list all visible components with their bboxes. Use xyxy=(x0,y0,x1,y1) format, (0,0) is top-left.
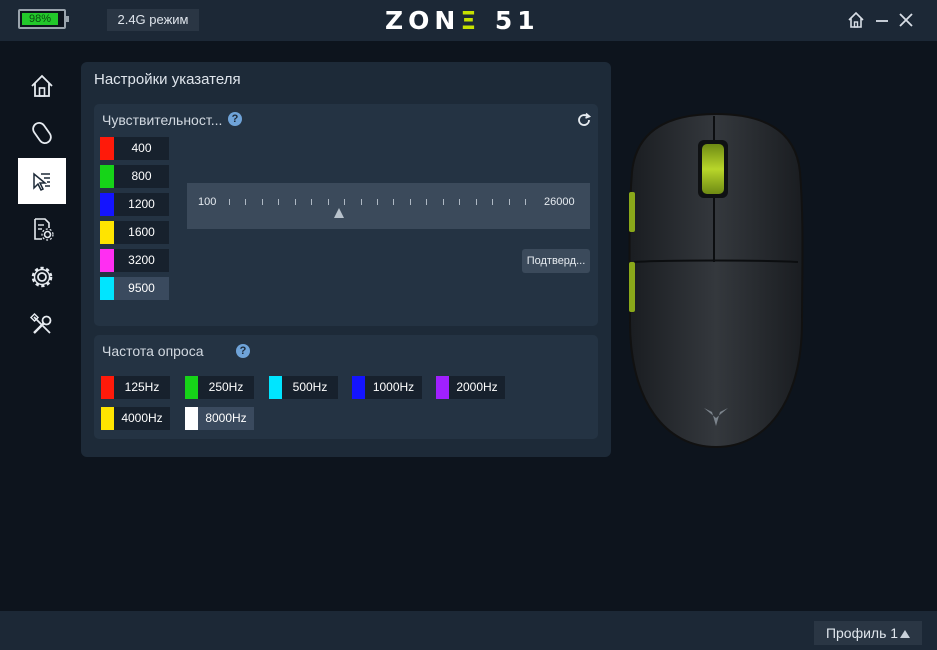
polling-rate-option[interactable]: 500Hz xyxy=(269,376,338,399)
rate-color-swatch xyxy=(436,376,449,399)
home-icon xyxy=(31,74,53,97)
rate-label: 500Hz xyxy=(292,380,328,394)
polling-rate-option[interactable]: 8000Hz xyxy=(185,407,254,430)
slider-tick xyxy=(409,199,411,205)
slider-tick xyxy=(508,199,510,205)
slider-tick xyxy=(229,199,230,205)
dpi-slider[interactable]: 100 26000 xyxy=(187,183,590,229)
dpi-level-2[interactable]: 1200 xyxy=(100,193,169,216)
polling-rate-option[interactable]: 1000Hz xyxy=(352,376,422,399)
slider-tick xyxy=(426,199,428,205)
mouse-icon xyxy=(32,122,52,144)
rate-color-swatch xyxy=(185,407,198,430)
dpi-value: 9500 xyxy=(128,281,155,295)
rate-color-swatch xyxy=(101,376,114,399)
rate-label: 4000Hz xyxy=(121,411,163,425)
dpi-value: 800 xyxy=(131,169,152,183)
dpi-color-swatch xyxy=(100,165,114,188)
dpi-color-swatch xyxy=(100,277,114,300)
dpi-value: 3200 xyxy=(128,253,155,267)
home-window-icon[interactable] xyxy=(845,9,867,31)
slider-thumb[interactable] xyxy=(333,208,344,218)
rate-label: 1000Hz xyxy=(372,380,415,394)
mouse-illustration xyxy=(626,112,806,452)
battery-level: 98% xyxy=(28,13,52,25)
chevron-up-icon xyxy=(900,630,911,638)
title-bar: 98% 2.4G режим ZONΞ 51 xyxy=(0,0,937,41)
polling-rate-option[interactable]: 125Hz xyxy=(101,376,170,399)
rate-color-swatch xyxy=(352,376,365,399)
rate-label: 8000Hz xyxy=(205,411,247,425)
dpi-level-3[interactable]: 1600 xyxy=(100,221,169,244)
connection-mode-badge: 2.4G режим xyxy=(107,9,199,31)
dpi-color-swatch xyxy=(100,221,114,244)
slider-tick xyxy=(245,199,247,205)
slider-tick xyxy=(442,199,444,205)
slider-tick xyxy=(492,199,494,205)
dpi-value: 1200 xyxy=(128,197,155,211)
dpi-value: 1600 xyxy=(128,225,155,239)
brand-logo: ZONΞ 51 xyxy=(385,6,540,35)
sidebar-item-home[interactable] xyxy=(18,63,66,109)
rate-label: 250Hz xyxy=(208,380,244,394)
slider-max-label: 26000 xyxy=(544,196,575,208)
polling-rate-option[interactable]: 4000Hz xyxy=(101,407,170,430)
slider-tick xyxy=(525,199,526,205)
confirm-button[interactable]: Подтверд... xyxy=(522,249,590,273)
rate-color-swatch xyxy=(269,376,282,399)
slider-tick xyxy=(261,199,263,205)
slider-tick xyxy=(278,199,280,205)
profile-selector[interactable]: Профиль 1 xyxy=(814,621,922,645)
slider-tick xyxy=(459,199,461,205)
slider-tick xyxy=(311,199,313,205)
sidebar-item-tools[interactable] xyxy=(18,302,66,348)
sidebar-item-macro[interactable] xyxy=(18,206,66,252)
slider-tick xyxy=(327,199,329,205)
battery-indicator: 98% xyxy=(18,9,69,29)
bottom-bar: Профиль 1 xyxy=(0,611,937,650)
slider-tick xyxy=(344,199,346,205)
polling-rate-card: Частота опроса ? 125Hz 250Hz 500Hz 1000Hz 20… xyxy=(94,335,598,439)
polling-help-icon[interactable]: ? xyxy=(236,344,250,358)
slider-tick xyxy=(294,199,296,205)
rate-color-swatch xyxy=(101,407,114,430)
slider-tick xyxy=(377,199,378,205)
polling-rate-option[interactable]: 2000Hz xyxy=(436,376,505,399)
polling-rate-title: Частота опроса xyxy=(102,343,204,359)
dpi-color-swatch xyxy=(100,193,114,216)
dpi-value: 400 xyxy=(131,141,152,155)
slider-tick xyxy=(393,199,395,205)
rate-color-swatch xyxy=(185,376,198,399)
rate-label: 125Hz xyxy=(124,380,160,394)
panel-title: Настройки указателя xyxy=(94,71,241,88)
sidebar-item-settings[interactable] xyxy=(18,254,66,300)
rate-label: 2000Hz xyxy=(456,380,498,394)
dpi-level-0[interactable]: 400 xyxy=(100,137,169,160)
close-icon[interactable] xyxy=(895,9,917,31)
pointer-settings-panel: Настройки указателя Чувствительност... ?… xyxy=(81,62,611,457)
dpi-color-swatch xyxy=(100,249,114,272)
slider-tick xyxy=(360,199,362,205)
gear-icon xyxy=(31,266,53,288)
sensitivity-title: Чувствительност... xyxy=(102,112,223,128)
minimize-icon[interactable] xyxy=(871,9,893,31)
dpi-level-5[interactable]: 9500 xyxy=(100,277,169,300)
reset-icon[interactable] xyxy=(576,112,592,128)
tools-icon xyxy=(29,312,52,334)
sidebar xyxy=(0,41,76,611)
sensitivity-help-icon[interactable]: ? xyxy=(228,112,242,126)
sensitivity-card: Чувствительност... ? 400 800 1200 1600 3200 9… xyxy=(94,104,598,326)
dpi-color-swatch xyxy=(100,137,114,160)
polling-rate-option[interactable]: 250Hz xyxy=(185,376,254,399)
macro-settings-icon xyxy=(34,218,54,241)
dpi-level-4[interactable]: 3200 xyxy=(100,249,169,272)
dpi-level-1[interactable]: 800 xyxy=(100,165,169,188)
slider-tick xyxy=(475,199,477,205)
sidebar-item-pointer[interactable] xyxy=(18,158,66,204)
pointer-settings-icon xyxy=(33,172,50,192)
slider-min-label: 100 xyxy=(198,196,217,208)
sidebar-item-mouse[interactable] xyxy=(18,110,66,156)
